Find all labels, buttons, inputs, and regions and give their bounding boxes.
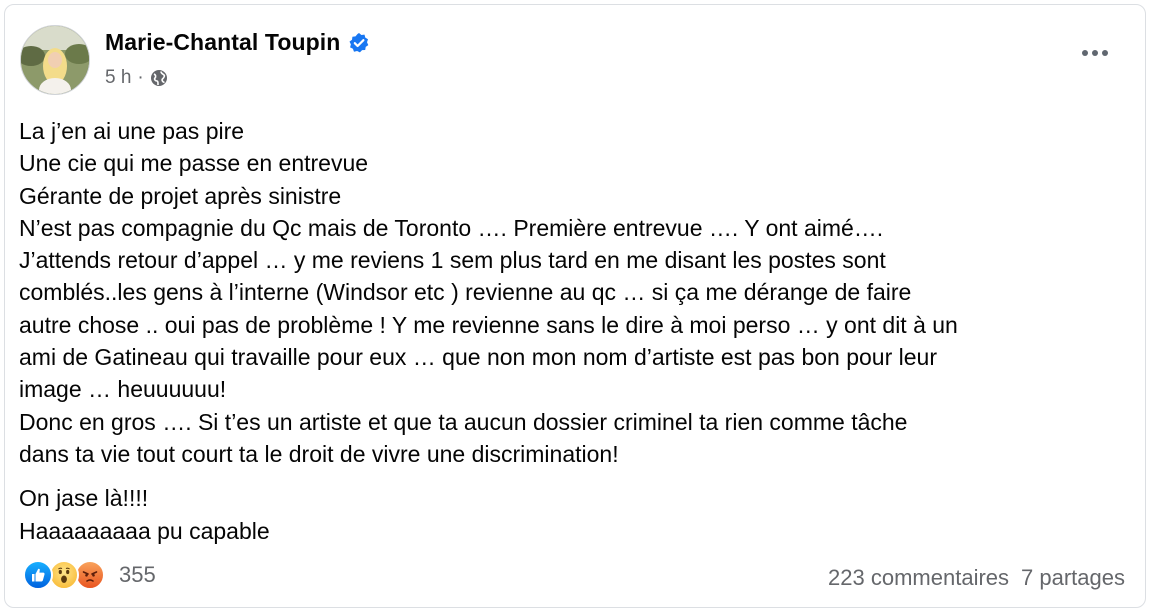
post-paragraph-2: On jase là!!!! Haaaaaaaaa pu capable	[19, 482, 1129, 547]
text-line: On jase là!!!!	[19, 485, 149, 512]
angry-icon	[75, 560, 105, 590]
globe-icon[interactable]	[150, 69, 168, 87]
author-name[interactable]: Marie-Chantal Toupin	[105, 29, 340, 56]
text-line: Gérante de projet après sinistre	[19, 182, 342, 209]
text-line: image … heuuuuuu!	[19, 376, 227, 403]
more-options-icon[interactable]	[1075, 41, 1115, 65]
text-line: N’est pas compagnie du Qc mais de Toront…	[19, 214, 884, 241]
text-line: J’attends retour d’appel … y me reviens …	[19, 247, 886, 274]
verified-badge-icon	[348, 32, 370, 54]
meta-separator: ·	[137, 67, 144, 88]
text-line: dans ta vie tout court ta le droit de vi…	[19, 440, 619, 467]
text-line: autre chose .. oui pas de problème ! Y m…	[19, 311, 958, 338]
text-line: Haaaaaaaaa pu capable	[19, 517, 270, 544]
reactions-summary[interactable]: 355	[23, 560, 156, 590]
post-stats: 223 commentaires 7 partages	[828, 565, 1125, 591]
reaction-count[interactable]: 355	[119, 562, 156, 588]
post-time[interactable]: 5 h	[105, 67, 131, 89]
text-line: La j’en ai une pas pire	[19, 118, 245, 144]
post-header: Marie-Chantal Toupin	[105, 29, 370, 56]
wow-icon	[49, 560, 79, 590]
text-line: comblés..les gens à l’interne (Windsor e…	[19, 279, 912, 306]
profile-photo	[21, 26, 89, 94]
comments-count[interactable]: 223 commentaires	[828, 565, 1009, 591]
text-line: Donc en gros …. Si t’es un artiste et qu…	[19, 408, 908, 435]
text-line: ami de Gatineau qui travaille pour eux ……	[19, 344, 937, 371]
post-text: La j’en ai une pas pire Une cie qui me p…	[19, 115, 1129, 547]
shares-count[interactable]: 7 partages	[1021, 565, 1125, 591]
text-line: Une cie qui me passe en entrevue	[19, 150, 369, 177]
post-card: Marie-Chantal Toupin 5 h · La j’en ai un…	[4, 4, 1146, 608]
post-meta: 5 h ·	[105, 67, 168, 89]
post-paragraph-1: La j’en ai une pas pire Une cie qui me p…	[19, 115, 1129, 470]
like-icon	[23, 560, 53, 590]
avatar[interactable]	[20, 25, 90, 95]
